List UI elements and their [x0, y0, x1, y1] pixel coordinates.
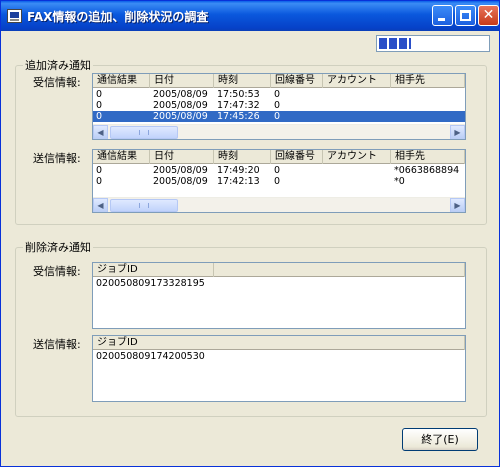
- list-header: ジョブID: [93, 263, 465, 277]
- table-cell: [214, 278, 465, 289]
- column-header[interactable]: 回線番号: [271, 74, 323, 88]
- table-row[interactable]: 020050809174200530: [93, 351, 465, 362]
- table-cell: [323, 89, 391, 100]
- deleted-received-label: 受信情報:: [33, 265, 81, 278]
- window-title: FAX情報の追加、削除状況の調査: [27, 10, 209, 24]
- table-cell: 2005/08/09: [153, 89, 208, 100]
- table-cell: 2005/08/09: [153, 165, 208, 176]
- deleted-sent-label: 送信情報:: [33, 338, 81, 351]
- deleted-group-legend: 削除済み通知: [25, 241, 91, 254]
- minimize-button[interactable]: [432, 5, 453, 26]
- table-cell: 17:47:32: [217, 100, 260, 111]
- table-cell: 0: [274, 165, 281, 176]
- column-header[interactable]: 相手先: [391, 74, 465, 88]
- column-header[interactable]: ジョブID: [93, 336, 465, 350]
- table-row[interactable]: 0 2005/08/09 17:50:53 0: [93, 89, 465, 100]
- table-cell: 0: [274, 176, 281, 187]
- exit-button[interactable]: 終了(E): [402, 428, 478, 451]
- table-cell: 0: [274, 89, 281, 100]
- table-cell: 2005/08/09: [153, 111, 208, 122]
- column-header[interactable]: アカウント: [323, 74, 391, 88]
- scroll-thumb[interactable]: [110, 126, 178, 139]
- table-row[interactable]: 0 2005/08/09 17:49:20 0 *0663868894: [93, 165, 465, 176]
- table-cell: 0: [274, 100, 281, 111]
- minimize-icon: [438, 18, 445, 21]
- table-row[interactable]: 0 2005/08/09 17:45:26 0: [93, 111, 465, 122]
- table-cell: 0: [96, 111, 103, 122]
- deleted-received-list[interactable]: ジョブID 020050809173328195: [92, 262, 466, 329]
- added-group-legend: 追加済み通知: [25, 59, 91, 72]
- maximize-button[interactable]: [455, 5, 476, 26]
- added-sent-list[interactable]: 通信結果 日付 時刻 回線番号 アカウント 相手先 0 2005/08/09 17:49:20 0…: [92, 149, 466, 213]
- table-cell: *0663868894: [394, 165, 460, 176]
- table-cell: 0: [274, 111, 281, 122]
- scroll-right-icon[interactable]: ▶: [450, 198, 465, 212]
- table-cell: 2005/08/09: [153, 100, 208, 111]
- table-cell: [391, 100, 465, 111]
- fax-app-icon: [7, 9, 22, 23]
- table-cell: *0: [394, 176, 405, 187]
- added-sent-label: 送信情報:: [33, 152, 81, 165]
- scroll-thumb[interactable]: [110, 199, 178, 212]
- progress-fill: [379, 38, 412, 49]
- added-received-list[interactable]: 通信結果 日付 時刻 回線番号 アカウント 相手先 0 2005/08/09 17:50:53 0…: [92, 73, 466, 140]
- list-header: 通信結果 日付 時刻 回線番号 アカウント 相手先: [93, 150, 465, 164]
- maximize-icon: [460, 10, 471, 21]
- table-cell: 020050809173328195: [96, 278, 205, 289]
- table-cell: 17:42:13: [217, 176, 260, 187]
- column-header[interactable]: アカウント: [323, 150, 391, 164]
- title-bar[interactable]: FAX情報の追加、削除状況の調査 ✕: [1, 1, 499, 31]
- table-row[interactable]: 020050809173328195: [93, 278, 465, 289]
- table-cell: [323, 100, 391, 111]
- horizontal-scrollbar[interactable]: ◀ ▶: [93, 197, 465, 212]
- table-cell: 2005/08/09: [153, 176, 208, 187]
- column-header[interactable]: 日付: [150, 74, 214, 88]
- table-row[interactable]: 0 2005/08/09 17:47:32 0: [93, 100, 465, 111]
- table-cell: 020050809174200530: [96, 351, 205, 362]
- column-header[interactable]: 日付: [150, 150, 214, 164]
- progress-bar: [376, 35, 490, 52]
- column-header[interactable]: 回線番号: [271, 150, 323, 164]
- table-cell: [323, 165, 391, 176]
- horizontal-scrollbar[interactable]: ◀ ▶: [93, 124, 465, 139]
- column-header[interactable]: 相手先: [391, 150, 465, 164]
- scroll-right-icon[interactable]: ▶: [450, 125, 465, 139]
- list-header: ジョブID: [93, 336, 465, 350]
- column-header[interactable]: 通信結果: [93, 150, 150, 164]
- deleted-sent-list[interactable]: ジョブID 020050809174200530: [92, 335, 466, 402]
- column-header[interactable]: 時刻: [214, 150, 271, 164]
- list-header: 通信結果 日付 時刻 回線番号 アカウント 相手先: [93, 74, 465, 88]
- column-header[interactable]: ジョブID: [93, 263, 214, 277]
- column-header[interactable]: [214, 263, 465, 277]
- added-received-label: 受信情報:: [33, 76, 81, 89]
- table-row[interactable]: 0 2005/08/09 17:42:13 0 *0: [93, 176, 465, 187]
- close-button[interactable]: ✕: [478, 5, 499, 26]
- close-icon: ✕: [482, 7, 495, 23]
- column-header[interactable]: 時刻: [214, 74, 271, 88]
- table-cell: 0: [96, 165, 103, 176]
- column-header[interactable]: 通信結果: [93, 74, 150, 88]
- table-cell: 17:50:53: [217, 89, 260, 100]
- table-cell: [391, 111, 465, 122]
- table-cell: [391, 89, 465, 100]
- main-window: FAX情報の追加、削除状況の調査 ✕ 追加済み通知 受信情報: 通信結果 日付 時刻…: [0, 0, 500, 467]
- table-cell: [323, 176, 391, 187]
- table-cell: 17:49:20: [217, 165, 260, 176]
- scroll-left-icon[interactable]: ◀: [93, 198, 108, 212]
- table-cell: 0: [96, 176, 103, 187]
- scroll-left-icon[interactable]: ◀: [93, 125, 108, 139]
- table-cell: [323, 111, 391, 122]
- table-cell: 0: [96, 100, 103, 111]
- table-cell: 17:45:26: [217, 111, 260, 122]
- table-cell: 0: [96, 89, 103, 100]
